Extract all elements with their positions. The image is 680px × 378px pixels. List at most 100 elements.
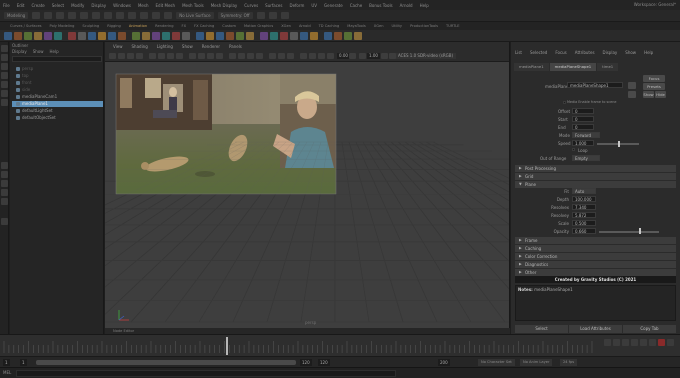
shelf-tool-icon[interactable]: [68, 32, 76, 40]
shelf-tool-icon[interactable]: [236, 32, 244, 40]
range-slider-bar[interactable]: [36, 360, 296, 365]
shelf-tool-icon[interactable]: [78, 32, 86, 40]
viewport-menu-renderer[interactable]: Renderer: [202, 44, 220, 49]
ae-menu-display[interactable]: Display: [603, 50, 618, 55]
fps-menu[interactable]: 24 fps: [560, 359, 578, 366]
menu-edit-mesh[interactable]: Edit Mesh: [156, 3, 176, 8]
outliner-item[interactable]: defaultObjectSet: [12, 115, 103, 121]
menu-windows[interactable]: Windows: [113, 3, 131, 8]
far-clip-field[interactable]: 1.00: [367, 53, 380, 59]
outliner-menu-display[interactable]: Display: [12, 49, 27, 54]
select-button[interactable]: Select: [515, 325, 568, 333]
menu-mesh-display[interactable]: Mesh Display: [211, 3, 238, 8]
shelf-tab-xgen[interactable]: XGen: [281, 24, 291, 28]
four-view-layout-icon[interactable]: [1, 171, 8, 178]
go-to-input-icon[interactable]: [628, 82, 636, 89]
menu-uv[interactable]: UV: [311, 3, 317, 8]
menu-cache[interactable]: Cache: [350, 3, 362, 8]
shelf-tab-fx[interactable]: FX: [182, 24, 187, 28]
ae-menu-selected[interactable]: Selected: [530, 50, 547, 55]
viewport-toolbar-icon[interactable]: [256, 53, 263, 59]
viewport-toolbar-icon[interactable]: [189, 53, 196, 59]
shelf-tab-rendering[interactable]: Rendering: [155, 24, 173, 28]
near-clip-field[interactable]: 0.00: [337, 53, 350, 59]
snap-grid-icon[interactable]: [128, 12, 137, 19]
menu-deform[interactable]: Deform: [289, 3, 304, 8]
viewport-toolbar-icon[interactable]: [238, 53, 245, 59]
viewport-toolbar-icon[interactable]: [269, 53, 276, 59]
offset-field[interactable]: 0: [572, 108, 594, 114]
outliner-search-input[interactable]: [12, 56, 102, 62]
shelf-tab-utility[interactable]: Utility: [391, 24, 402, 28]
key-settings-icon[interactable]: [667, 339, 674, 346]
shelf-tab-productiontools[interactable]: ProductionTools: [410, 24, 438, 28]
viewport-toolbar-icon[interactable]: [389, 53, 396, 59]
shelf-tool-icon[interactable]: [88, 32, 96, 40]
shelf-tool-icon[interactable]: [206, 32, 214, 40]
menu-surfaces[interactable]: Surfaces: [265, 3, 282, 8]
shelf-tool-icon[interactable]: [354, 32, 362, 40]
step-back-icon[interactable]: [613, 339, 620, 346]
shelf-tool-icon[interactable]: [162, 32, 170, 40]
shelf-tool-icon[interactable]: [216, 32, 224, 40]
viewport-menu-panels[interactable]: Panels: [229, 44, 242, 49]
auto-key-icon[interactable]: [658, 339, 665, 346]
scale-tool-icon[interactable]: [1, 90, 8, 97]
menu-edit[interactable]: Edit: [17, 3, 25, 8]
enable-frame-checkbox[interactable]: [563, 101, 566, 104]
anim-layer-menu[interactable]: No Anim Layer: [520, 359, 553, 366]
ae-menu-show[interactable]: Show: [625, 50, 636, 55]
shelf-tab-sculpting[interactable]: Sculpting: [82, 24, 99, 28]
viewport-toolbar-icon[interactable]: [327, 53, 334, 59]
viewport-menu-show[interactable]: Show: [182, 44, 193, 49]
redo-icon[interactable]: [80, 12, 89, 19]
menu-select[interactable]: Select: [52, 3, 64, 8]
viewport-toolbar-icon[interactable]: [247, 53, 254, 59]
out-of-range-dropdown[interactable]: Empty: [572, 155, 600, 161]
menu-curves[interactable]: Curves: [244, 3, 258, 8]
show-button[interactable]: Show: [643, 91, 654, 98]
live-surface-menu[interactable]: No Live Surface: [176, 12, 214, 19]
shelf-tab-curves-surfaces[interactable]: Curves / Surfaces: [10, 24, 42, 28]
loop-checkbox[interactable]: [572, 148, 575, 151]
viewport-toolbar-icon[interactable]: [216, 53, 223, 59]
outliner-item[interactable]: persp: [12, 66, 103, 72]
viewport-toolbar-icon[interactable]: [158, 53, 165, 59]
outliner-item[interactable]: top: [12, 73, 103, 79]
ae-menu-help[interactable]: Help: [644, 50, 653, 55]
start-time-field[interactable]: 1: [3, 359, 10, 366]
section-post-processing[interactable]: ▶ Post Processing: [515, 165, 676, 172]
menu-bonus-tools[interactable]: Bonus Tools: [369, 3, 392, 8]
shelf-tool-icon[interactable]: [98, 32, 106, 40]
viewport-toolbar-icon[interactable]: [300, 53, 307, 59]
menu-help[interactable]: Help: [420, 3, 429, 8]
viewport-toolbar-icon[interactable]: [207, 53, 214, 59]
viewport-canvas[interactable]: [105, 62, 510, 328]
ae-tab-mediaplane1[interactable]: mediaPlane1: [514, 63, 549, 71]
shelf-tab-rigging[interactable]: Rigging: [107, 24, 121, 28]
shelf-tool-icon[interactable]: [182, 32, 190, 40]
viewport-toolbar-icon[interactable]: [176, 53, 183, 59]
go-to-output-icon[interactable]: [628, 91, 636, 98]
render-icon[interactable]: [256, 12, 265, 19]
select-object-icon[interactable]: [104, 12, 113, 19]
shelf-tool-icon[interactable]: [108, 32, 116, 40]
shelf-tool-icon[interactable]: [246, 32, 254, 40]
focus-button[interactable]: Focus: [643, 75, 665, 82]
shelf-tool-icon[interactable]: [344, 32, 352, 40]
fit-dropdown[interactable]: Auto: [572, 188, 596, 194]
opacity-slider-handle[interactable]: [638, 228, 641, 234]
end-time-field[interactable]: 120: [318, 359, 330, 366]
snap-view-icon[interactable]: [164, 12, 173, 19]
open-scene-icon[interactable]: [44, 12, 53, 19]
viewport-panel[interactable]: View Shading Lighting Show Renderer Pane…: [105, 42, 510, 328]
play-backwards-icon[interactable]: [622, 339, 629, 346]
step-forward-icon[interactable]: [640, 339, 647, 346]
shelf-tab-motion-graphics[interactable]: Motion Graphics: [244, 24, 273, 28]
speed-field[interactable]: 1.000: [572, 140, 594, 146]
end-field[interactable]: 0: [572, 124, 594, 130]
menu-display[interactable]: Display: [91, 3, 106, 8]
viewport-toolbar-icon[interactable]: [287, 53, 294, 59]
hide-button[interactable]: Hide: [655, 91, 666, 98]
menu-modify[interactable]: Modify: [71, 3, 84, 8]
